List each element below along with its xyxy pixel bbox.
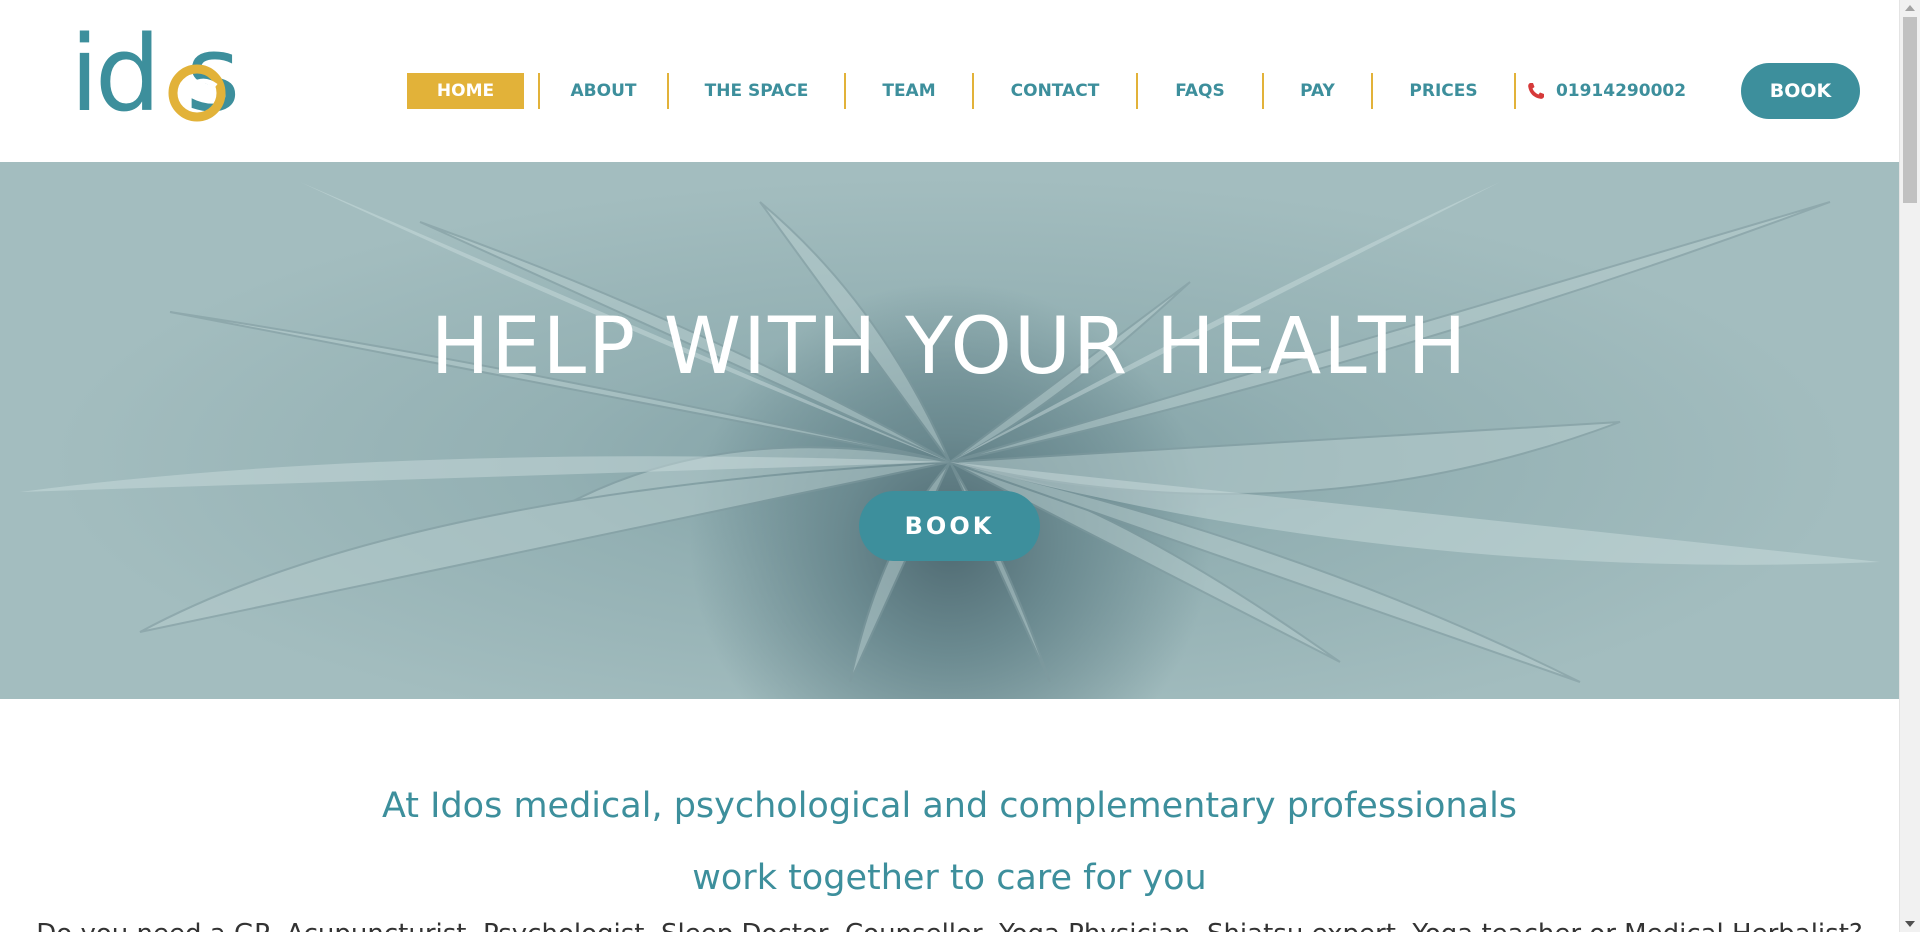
scroll-up-arrow-icon[interactable]	[1905, 5, 1915, 11]
nav-home[interactable]: HOME	[407, 73, 524, 109]
intro-subtext: Do you need a GP, Acupuncturist, Psychol…	[0, 916, 1899, 932]
nav-team[interactable]: TEAM	[846, 73, 972, 109]
logo-o-icon	[168, 64, 226, 122]
nav-the-space[interactable]: THE SPACE	[669, 73, 844, 109]
nav-pay[interactable]: PAY	[1264, 73, 1371, 109]
hero-banner: HELP WITH YOUR HEALTH BOOK	[0, 162, 1899, 699]
page-scrollbar[interactable]	[1899, 0, 1920, 932]
phone-number: 01914290002	[1555, 81, 1687, 101]
hero-book-button[interactable]: BOOK	[859, 491, 1040, 561]
phone-icon	[1528, 83, 1544, 99]
intro-heading-line-2: work together to care for you	[692, 858, 1207, 898]
nav-phone-link[interactable]: 01914290002	[1516, 73, 1696, 109]
page: id s HOME ABOUT THE SPACE TEAM CONTACT F…	[0, 0, 1899, 932]
main-nav: HOME ABOUT THE SPACE TEAM CONTACT FAQS P…	[407, 73, 1696, 109]
nav-about[interactable]: ABOUT	[540, 73, 667, 109]
intro-heading-line-1: At Idos medical, psychological and compl…	[381, 786, 1518, 826]
hero-title: HELP WITH YOUR HEALTH	[430, 302, 1469, 392]
idos-logo[interactable]: id s	[70, 18, 284, 130]
scroll-down-arrow-icon[interactable]	[1905, 921, 1915, 927]
site-header: id s HOME ABOUT THE SPACE TEAM CONTACT F…	[0, 0, 1899, 162]
nav-contact[interactable]: CONTACT	[974, 73, 1136, 109]
header-book-button[interactable]: BOOK	[1741, 63, 1860, 119]
nav-prices[interactable]: PRICES	[1373, 73, 1514, 109]
scroll-thumb[interactable]	[1903, 17, 1917, 203]
intro-section: At Idos medical, psychological and compl…	[0, 770, 1899, 914]
succulent-background-image	[20, 182, 1880, 683]
nav-faqs[interactable]: FAQS	[1138, 73, 1262, 109]
